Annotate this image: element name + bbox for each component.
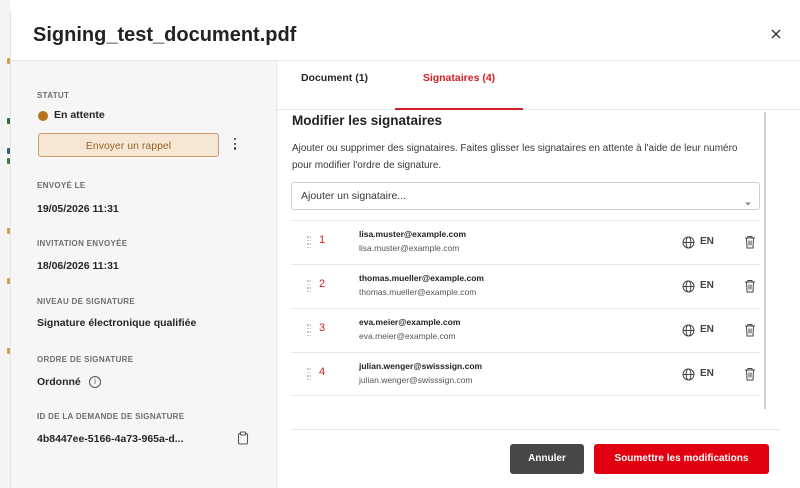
trash-icon[interactable] — [744, 323, 756, 337]
drag-handle-icon[interactable] — [307, 236, 311, 248]
status-dot-icon — [38, 111, 48, 121]
scrollbar[interactable] — [764, 112, 766, 409]
signer-row: 4 julian.wenger@swisssign.com julian.wen… — [291, 352, 760, 396]
globe-icon[interactable] — [682, 324, 695, 337]
signer-name: julian.wenger@swisssign.com — [359, 361, 483, 371]
language-selector[interactable]: EN — [700, 324, 714, 335]
submit-changes-button[interactable]: Soumettre les modifications — [594, 444, 769, 474]
request-id-label: ID DE LA DEMANDE DE SIGNATURE — [37, 412, 185, 421]
dialog-title: Signing_test_document.pdf — [33, 24, 297, 46]
add-signer-placeholder: Ajouter un signataire... — [301, 190, 407, 202]
trash-icon[interactable] — [744, 235, 756, 249]
sent-label: ENVOYÉ LE — [37, 181, 86, 190]
kebab-icon[interactable] — [233, 138, 237, 152]
signature-level-label: NIVEAU DE SIGNATURE — [37, 297, 136, 306]
status-label: STATUT — [37, 91, 70, 100]
background-page-edge — [0, 0, 10, 488]
signer-row: 3 eva.meier@example.com eva.meier@exampl… — [291, 308, 760, 352]
sent-value: 19/05/2026 11:31 — [37, 203, 119, 215]
signer-email: lisa.muster@example.com — [359, 243, 460, 253]
language-selector[interactable]: EN — [700, 280, 714, 291]
signer-order-number[interactable]: 4 — [319, 366, 325, 378]
signer-email: thomas.mueller@example.com — [359, 287, 477, 297]
details-sidebar: STATUT En attente Envoyer un rappel ENVO… — [11, 61, 277, 488]
signer-email: julian.wenger@swisssign.com — [359, 375, 473, 385]
clipboard-icon[interactable] — [237, 431, 249, 445]
signing-order-value: Ordonné — [37, 376, 81, 388]
send-reminder-button[interactable]: Envoyer un rappel — [38, 133, 219, 157]
section-title: Modifier les signataires — [292, 113, 443, 128]
signer-name: lisa.muster@example.com — [359, 229, 467, 239]
cancel-button[interactable]: Annuler — [510, 444, 584, 474]
add-signer-select[interactable]: Ajouter un signataire... — [291, 182, 760, 210]
tab-document[interactable]: Document (1) — [277, 61, 392, 108]
trash-icon[interactable] — [744, 367, 756, 381]
close-icon[interactable] — [769, 27, 783, 41]
signer-row: 1 lisa.muster@example.com lisa.muster@ex… — [291, 220, 760, 264]
request-id-value: 4b8447ee-5166-4a73-965a-d... — [37, 433, 184, 445]
globe-icon[interactable] — [682, 236, 695, 249]
tab-bar: Document (1) Signataires (4) — [277, 61, 800, 110]
language-selector[interactable]: EN — [700, 368, 714, 379]
drag-handle-icon[interactable] — [307, 324, 311, 336]
globe-icon[interactable] — [682, 280, 695, 293]
trash-icon[interactable] — [744, 279, 756, 293]
globe-icon[interactable] — [682, 368, 695, 381]
signer-order-number[interactable]: 3 — [319, 322, 325, 334]
signer-row: 2 thomas.mueller@example.com thomas.muel… — [291, 264, 760, 308]
tab-signers[interactable]: Signataires (4) — [395, 61, 523, 110]
signer-name: eva.meier@example.com — [359, 317, 461, 327]
signing-order-label: ORDRE DE SIGNATURE — [37, 355, 134, 364]
drag-handle-icon[interactable] — [307, 280, 311, 292]
drag-handle-icon[interactable] — [307, 368, 311, 380]
status-value: En attente — [54, 109, 105, 121]
signer-order-number[interactable]: 1 — [319, 234, 325, 246]
signer-email: eva.meier@example.com — [359, 331, 456, 341]
invitation-label: INVITATION ENVOYÉE — [37, 239, 128, 248]
language-selector[interactable]: EN — [700, 236, 714, 247]
signature-level-value: Signature électronique qualifiée — [37, 317, 197, 329]
dialog-header: Signing_test_document.pdf — [11, 10, 800, 61]
signer-name: thomas.mueller@example.com — [359, 273, 484, 283]
footer-divider — [291, 429, 780, 430]
chevron-down-icon — [744, 194, 752, 206]
invitation-value: 18/06/2026 11:31 — [37, 260, 119, 272]
signer-order-number[interactable]: 2 — [319, 278, 325, 290]
signer-list: 1 lisa.muster@example.com lisa.muster@ex… — [291, 220, 760, 396]
info-icon[interactable]: i — [89, 376, 101, 388]
section-description: Ajouter ou supprimer des signataires. Fa… — [292, 143, 738, 171]
